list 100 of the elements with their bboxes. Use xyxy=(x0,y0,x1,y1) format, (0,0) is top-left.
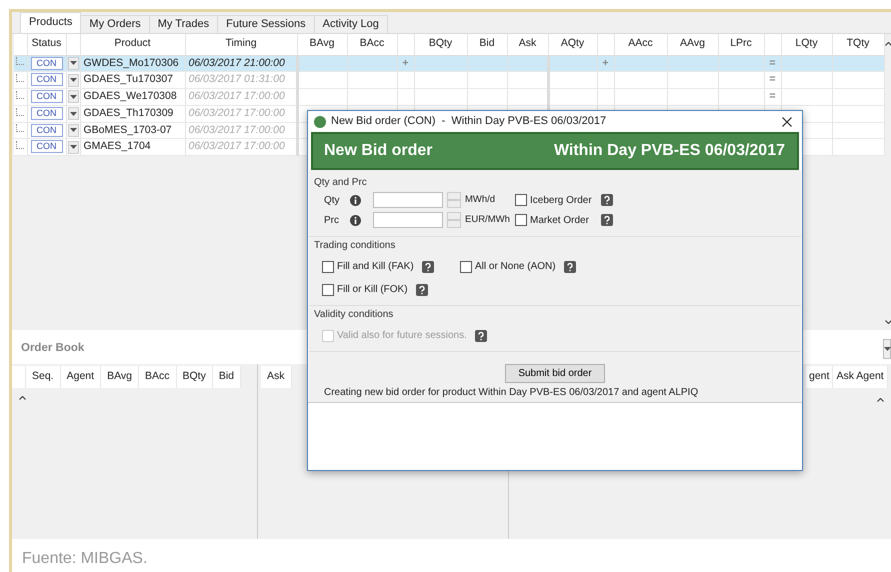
tree-line xyxy=(16,124,24,132)
table-cell: 06/03/2017 17:00:00 xyxy=(185,105,297,122)
info-icon xyxy=(350,194,361,206)
table-cell: 06/03/2017 17:00:00 xyxy=(185,88,297,106)
column-header[interactable]: BAvg xyxy=(101,366,139,388)
tree-line xyxy=(16,74,24,82)
caret-icon xyxy=(70,61,76,66)
column-header[interactable]: Ask xyxy=(507,34,548,55)
column-header[interactable]: AAcc xyxy=(614,34,667,55)
caret-icon xyxy=(70,94,76,99)
column-header[interactable]: Bid xyxy=(212,366,242,388)
column-header[interactable]: LPrc xyxy=(718,34,764,55)
unit-label: EUR/MWh xyxy=(465,212,511,227)
table-cell: 06/03/2017 17:00:00 xyxy=(185,138,297,156)
dropdown-button[interactable] xyxy=(68,90,78,104)
unit-label: MWh/d xyxy=(465,192,496,207)
column-header[interactable]: BAcc xyxy=(347,34,397,55)
status-tag: CON xyxy=(30,124,62,136)
column-header[interactable]: Seq. xyxy=(26,366,61,388)
caret-icon xyxy=(70,128,76,132)
input-field[interactable] xyxy=(373,192,443,208)
status-tag: CON xyxy=(30,73,62,86)
column-header[interactable]: AQty xyxy=(548,34,597,55)
table-row[interactable]: CON GDAES_We170308 06/03/2017 17:00:00 = xyxy=(14,88,884,106)
table-cell: 06/03/2017 17:00:00 xyxy=(185,122,297,139)
caret-icon xyxy=(70,145,76,150)
column-header[interactable]: Timing xyxy=(185,34,297,55)
checkbox[interactable]: Market Order xyxy=(515,212,591,228)
dropdown-button[interactable] xyxy=(68,124,78,137)
add-marker: + xyxy=(402,56,409,68)
group-title: Validity conditions xyxy=(314,308,394,322)
trend-marker: = xyxy=(769,73,776,86)
table-cell: GWDES_Mo170306 xyxy=(80,55,185,72)
table-cell: 06/03/2017 21:00:00 xyxy=(185,55,297,72)
column-header[interactable]: Agent xyxy=(60,366,102,388)
scroll-up-icon xyxy=(19,396,26,400)
status-tag: CON xyxy=(30,140,62,154)
column-header[interactable]: TQty xyxy=(832,34,884,55)
column-header[interactable]: Bid xyxy=(467,34,507,55)
caption: Fuente: MIBGAS. xyxy=(21,549,148,569)
table-cell: GDAES_Th170309 xyxy=(80,105,185,122)
column-header[interactable]: AAvg xyxy=(667,34,718,55)
table-cell: 06/03/2017 01:31:00 xyxy=(185,72,297,88)
submit-button[interactable]: Submit bid order xyxy=(505,364,605,383)
table-cell: GMAES_1704 xyxy=(80,138,185,156)
dropdown-button[interactable] xyxy=(883,339,891,359)
column-header[interactable]: Ask Agent xyxy=(833,366,888,388)
caret-icon xyxy=(70,112,76,116)
checkbox[interactable]: Fill or Kill (FOK) xyxy=(322,282,408,297)
section-title: Order Book xyxy=(21,341,84,356)
dropdown-button[interactable] xyxy=(68,56,78,70)
checkbox[interactable]: All or None (AON) xyxy=(460,259,556,274)
banner-product: Within Day PVB-ES 06/03/2017 xyxy=(554,141,785,161)
checkbox[interactable]: Iceberg Order xyxy=(515,192,591,208)
table-row[interactable]: CON GDAES_Tu170307 06/03/2017 01:31:00 = xyxy=(14,72,884,88)
scroll-up-icon xyxy=(877,398,884,402)
column-header[interactable]: gent xyxy=(806,366,834,388)
dropdown-button[interactable] xyxy=(68,107,78,120)
table-cell: GDAES_Tu170307 xyxy=(80,72,185,88)
info-icon xyxy=(350,214,361,226)
column-header[interactable]: BQty xyxy=(176,366,213,388)
dropdown-button[interactable] xyxy=(68,74,78,87)
tab[interactable]: Products xyxy=(20,12,82,33)
checkbox[interactable]: Fill and Kill (FAK) xyxy=(322,259,414,274)
status-tag: CON xyxy=(30,56,62,70)
tree-line xyxy=(16,108,24,116)
column-header[interactable]: BAcc xyxy=(138,366,176,388)
column-header[interactable]: Status xyxy=(27,34,66,55)
column-header[interactable]: BQty xyxy=(414,34,467,55)
caret-icon xyxy=(70,78,76,82)
help-icon xyxy=(474,330,487,342)
status-message: Creating new bid order for product Within Day PVB-ES 06/03/2017 and agent ALPIQ xyxy=(323,386,700,400)
trend-marker: = xyxy=(769,90,776,102)
tree-line xyxy=(16,90,24,99)
table-cell: GBoMES_1703-07 xyxy=(80,122,185,139)
tree-line xyxy=(16,141,24,150)
help-icon xyxy=(422,260,434,272)
tree-line xyxy=(16,57,24,66)
scroll-down-icon xyxy=(884,320,891,324)
add-marker: + xyxy=(602,56,609,68)
column-header[interactable]: LQty xyxy=(781,34,832,55)
column-header[interactable]: BAvg xyxy=(297,34,347,55)
field-label: Qty xyxy=(324,194,341,208)
dropdown-button[interactable] xyxy=(68,140,78,154)
field-label: Prc xyxy=(324,214,340,228)
group-title: Trading conditions xyxy=(314,239,396,253)
tab[interactable]: Activity Log xyxy=(314,15,388,33)
help-icon xyxy=(416,284,428,296)
close-icon xyxy=(782,116,792,126)
group-title: Qty and Prc xyxy=(314,176,368,190)
help-icon xyxy=(601,214,613,226)
input-field[interactable] xyxy=(373,212,443,228)
trend-marker: = xyxy=(769,56,776,68)
column-header[interactable]: Product xyxy=(80,34,185,55)
scroll-up-icon xyxy=(884,42,891,46)
status-tag: CON xyxy=(30,106,62,120)
status-tag: CON xyxy=(30,90,62,103)
checkbox: Valid also for future sessions. xyxy=(322,328,467,343)
help-icon xyxy=(564,260,576,272)
column-header[interactable]: Ask xyxy=(261,366,292,388)
